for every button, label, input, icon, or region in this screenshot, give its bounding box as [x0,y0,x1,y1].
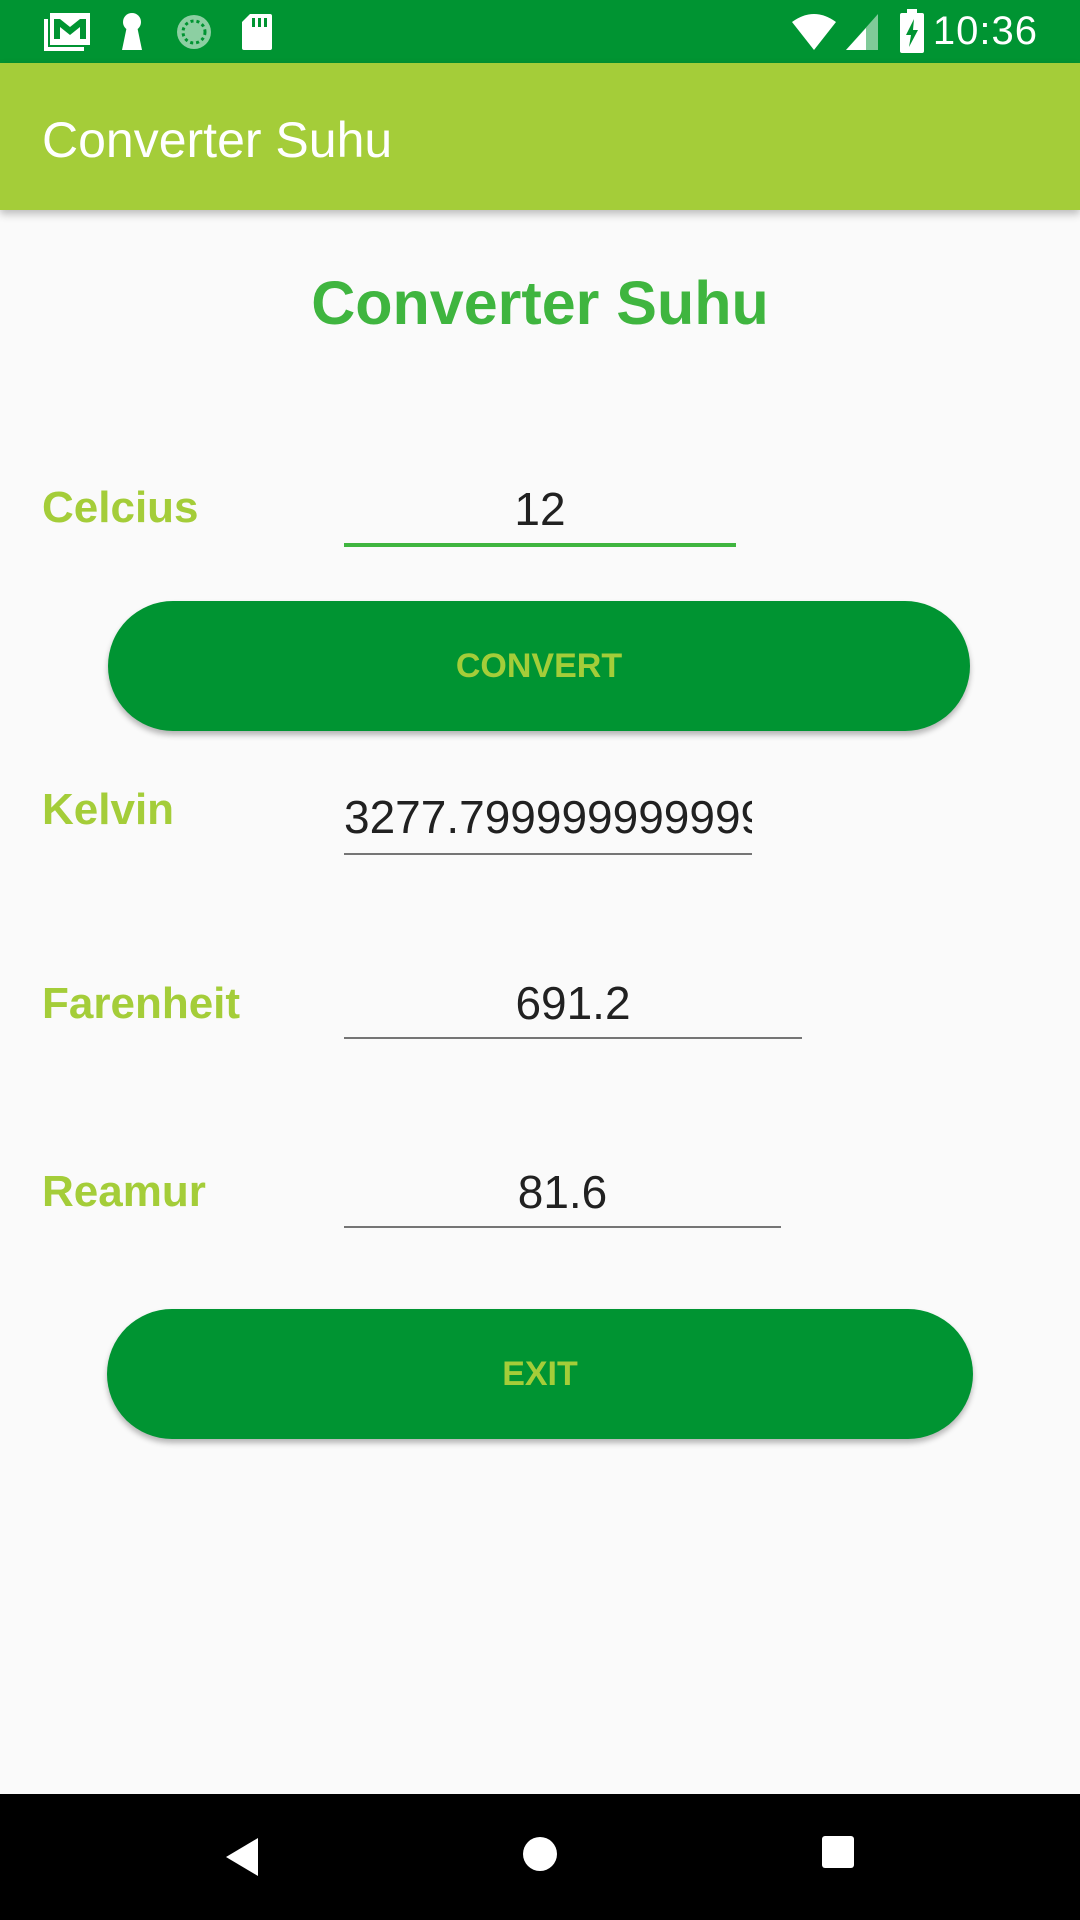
recents-icon[interactable] [820,1834,856,1870]
keyhole-icon [122,13,142,50]
reamur-label: Reamur [42,1167,206,1216]
gmail-icon [44,13,90,51]
app-bar-title: Converter Suhu [42,112,393,168]
farenheit-field-underline [344,1037,802,1039]
farenheit-field[interactable]: 691.2 [344,978,802,1028]
navigation-bar [0,1794,1080,1920]
back-icon[interactable] [220,1834,264,1880]
sd-card-icon [242,14,272,50]
celcius-input[interactable]: 12 [344,484,736,534]
status-time: 10:36 [932,9,1038,53]
celcius-label: Celcius [42,483,199,532]
battery-charging-icon [900,9,924,53]
page-title: Converter Suhu [311,269,769,337]
convert-button[interactable]: CONVERT [108,601,970,731]
kelvin-label: Kelvin [42,785,175,834]
reamur-field-underline [344,1226,781,1228]
kelvin-field-underline [344,853,752,855]
signal-icon [846,14,878,50]
kelvin-field[interactable]: 3277.7999999999999 [344,792,752,842]
farenheit-label: Farenheit [42,979,241,1028]
exit-button[interactable]: EXIT [107,1309,973,1439]
home-icon[interactable] [520,1834,560,1874]
wifi-icon [792,14,836,50]
reamur-field[interactable]: 81.6 [344,1167,781,1217]
sync-icon [177,15,211,49]
celcius-input-underline [344,543,736,547]
status-bar: 10:36 [0,0,1080,63]
app-bar: Converter Suhu [0,63,1080,210]
